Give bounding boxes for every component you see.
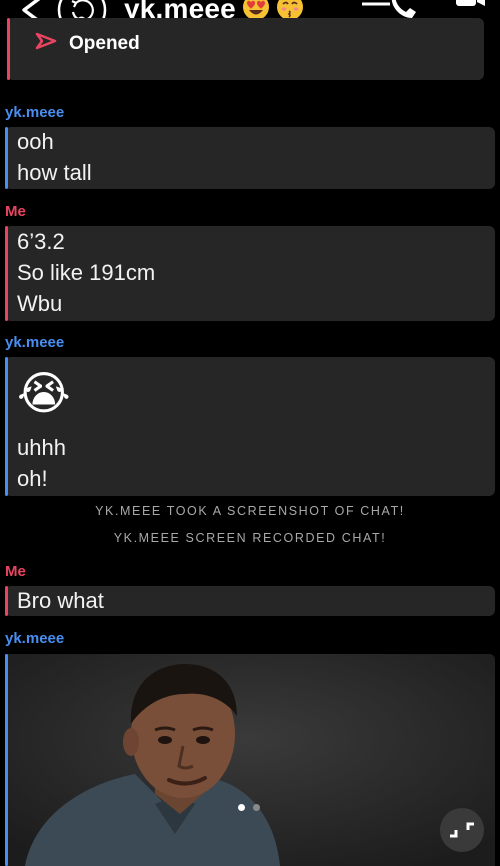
sender-label: Me [5, 203, 26, 220]
screenshot-notice: YK.MEEE TOOK A SCREENSHOT OF CHAT! [95, 504, 405, 518]
photo-image [8, 654, 495, 866]
opened-status: Opened [35, 32, 140, 56]
sender-bar-them [5, 654, 8, 866]
media-photo[interactable] [5, 654, 495, 866]
opened-status-card: Opened [7, 18, 484, 80]
message-bubble[interactable]: 6’3.2 So like 191cm Wbu [5, 226, 495, 321]
message-bubble[interactable]: ooh how tall [5, 127, 495, 189]
message-text: how tall [17, 160, 92, 185]
sender-label: Me [5, 563, 26, 580]
message-text: oh! [17, 466, 48, 491]
message-bubble[interactable]: 😭 uhhh oh! [5, 357, 495, 496]
message-text: ooh [17, 129, 54, 154]
message-text: Bro what [17, 588, 104, 613]
sender-bar-them [5, 127, 8, 189]
sender-bar-me [5, 226, 8, 321]
collapse-media-button[interactable] [440, 808, 484, 852]
pager-dot-active[interactable] [238, 804, 245, 811]
sender-label: yk.meee [5, 630, 65, 647]
sender-bar-me [5, 586, 8, 616]
media-pager[interactable] [238, 804, 260, 811]
sender-label: yk.meee [5, 104, 65, 121]
message-text: Wbu [17, 291, 63, 316]
sender-bar-me [7, 18, 10, 80]
sender-label: yk.meee [5, 334, 65, 351]
message-bubble[interactable]: Bro what [5, 586, 495, 616]
video-camera-icon[interactable] [452, 0, 488, 20]
message-text: So like 191cm [17, 260, 156, 285]
sender-bar-them [5, 357, 8, 496]
pager-dot[interactable] [253, 804, 260, 811]
screen-record-notice: YK.MEEE SCREEN RECORDED CHAT! [113, 531, 387, 545]
collapse-icon [450, 822, 474, 838]
message-text: uhhh [17, 435, 66, 460]
crying-face-emoji-icon: 😭 [17, 367, 71, 419]
opened-arrow-icon [35, 32, 57, 56]
message-text: 6’3.2 [17, 229, 65, 254]
